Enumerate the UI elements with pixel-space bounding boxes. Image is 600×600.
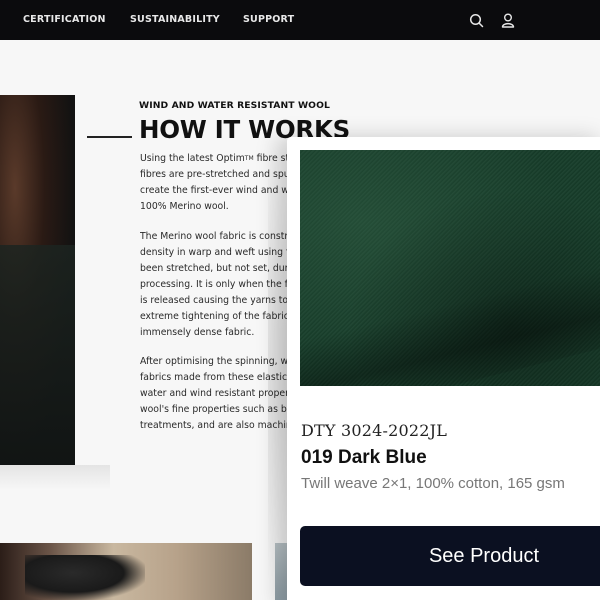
search-icon[interactable] — [469, 13, 484, 28]
fabric-swatch-image — [300, 150, 600, 386]
see-product-label: See Product — [428, 545, 540, 567]
top-nav: CERTIFICATION SUSTAINABILITY SUPPORT — [0, 0, 600, 40]
gallery-photo — [0, 543, 252, 600]
hero-photo — [0, 95, 75, 465]
product-name: 019 Dark Blue — [301, 447, 427, 468]
nav-sustainability[interactable]: SUSTAINABILITY — [130, 14, 220, 25]
product-sku: DTY 3024-2022JL — [301, 421, 448, 440]
product-specs: Twill weave 2×1, 100% cotton, 165 gsm — [301, 475, 565, 492]
user-icon[interactable] — [501, 13, 515, 28]
nav-support[interactable]: SUPPORT — [243, 14, 294, 25]
photo-shadow — [0, 465, 110, 490]
see-product-button[interactable]: See Product — [300, 526, 600, 586]
nav-certification[interactable]: CERTIFICATION — [23, 14, 106, 25]
headline-rule — [87, 136, 132, 138]
article-eyebrow: WIND AND WATER RESISTANT WOOL — [139, 100, 330, 111]
